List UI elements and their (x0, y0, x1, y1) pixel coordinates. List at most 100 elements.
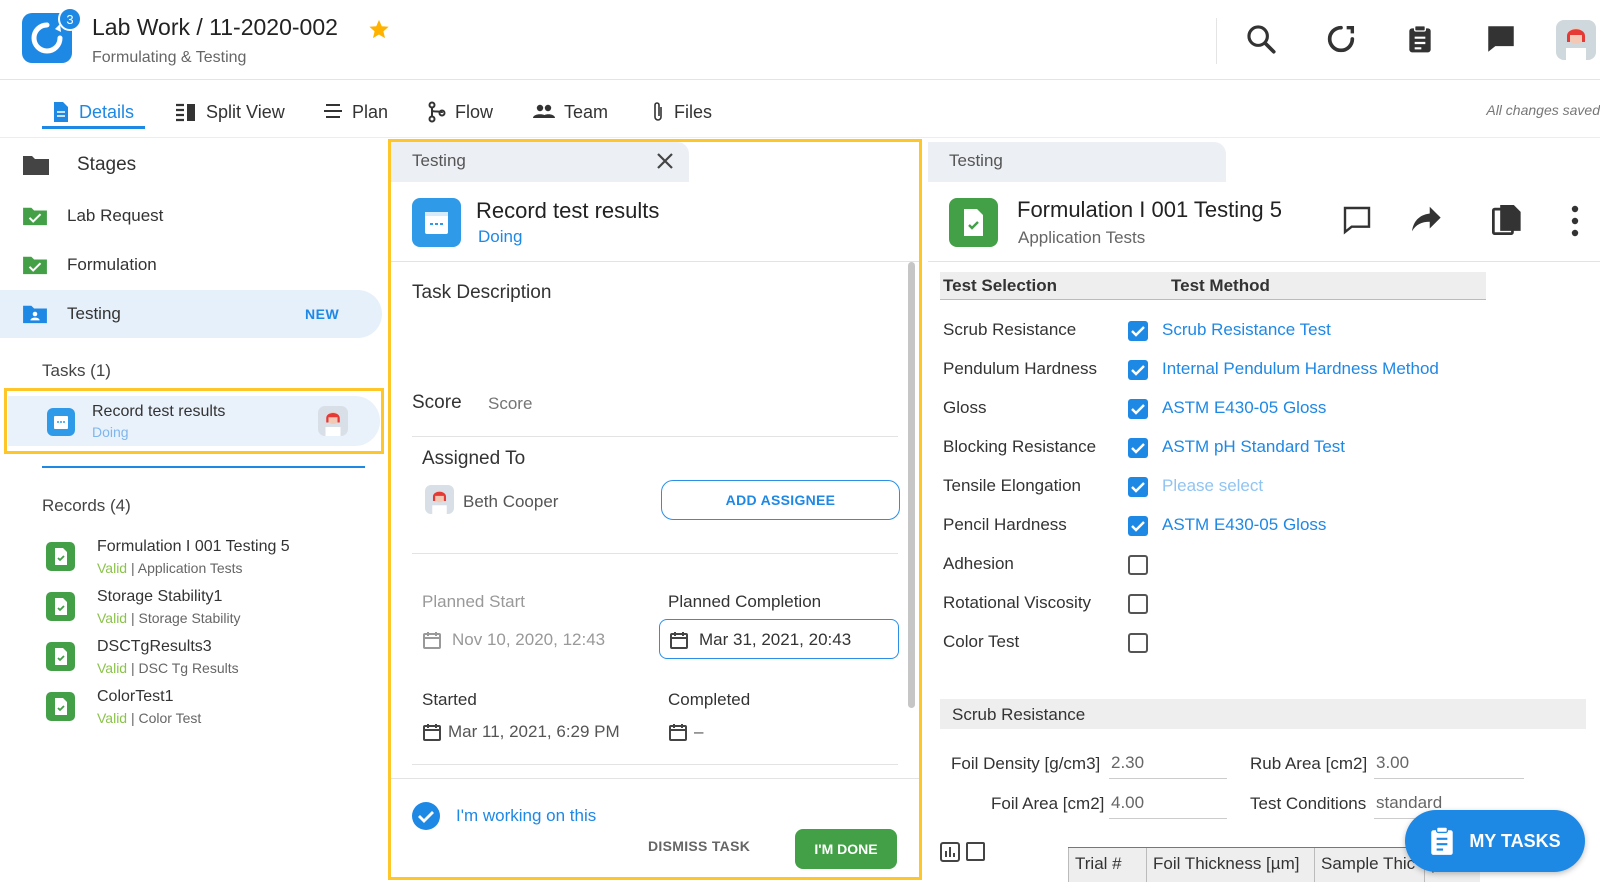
section-title: Scrub Resistance (952, 705, 1086, 724)
test-name: Blocking Resistance (943, 437, 1097, 456)
test-name: Tensile Elongation (943, 476, 1081, 495)
stage-formulation[interactable]: Formulation (0, 241, 380, 289)
foil-density-label: Foil Density [g/cm3] (951, 754, 1101, 773)
rub-area-input[interactable]: 3.00 (1374, 753, 1524, 779)
tasks-title: Tasks (1) (42, 361, 111, 380)
test-checkbox[interactable] (1128, 477, 1148, 497)
record-label: DSCTgResults3 (97, 638, 212, 655)
test-name: Scrub Resistance (943, 320, 1077, 339)
foil-area-input[interactable]: 4.00 (1109, 793, 1227, 819)
task-panel-highlight (388, 139, 922, 880)
tab-label: Split View (206, 101, 285, 122)
document-icon (54, 102, 68, 122)
tab-details[interactable]: Details (52, 98, 134, 126)
test-checkbox[interactable] (1128, 321, 1148, 341)
tab-label: Flow (455, 101, 494, 122)
test-name: Gloss (943, 398, 987, 417)
record-meta: Valid | DSC Tg Results (97, 660, 239, 676)
share-icon[interactable] (1410, 204, 1444, 234)
test-method-select[interactable]: ASTM E430-05 Gloss (1162, 515, 1326, 535)
record-label: ColorTest1 (97, 688, 174, 705)
stage-label: Lab Request (67, 206, 164, 225)
chart-icon[interactable] (940, 842, 960, 862)
split-view-icon (176, 103, 195, 122)
test-name: Pencil Hardness (943, 515, 1067, 534)
records-title: Records (4) (42, 496, 131, 515)
record-doc-icon (46, 542, 75, 571)
calendar-icon (47, 408, 75, 436)
test-name: Pendulum Hardness (943, 359, 1098, 378)
plan-icon (324, 104, 342, 118)
tab-team[interactable]: Team (533, 98, 608, 126)
column-trial: Trial # (1068, 848, 1146, 882)
test-name: Rotational Viscosity (943, 593, 1092, 612)
test-name: Color Test (943, 632, 1020, 651)
folder-user-icon (23, 305, 47, 324)
record-subtitle: Application Tests (1018, 228, 1146, 247)
folder-check-icon (23, 207, 47, 226)
tab-label: Files (674, 101, 713, 122)
folder-check-icon (23, 256, 47, 275)
record-title: Formulation I 001 Testing 5 (1017, 197, 1282, 222)
copy-icon[interactable] (1492, 203, 1522, 237)
star-icon[interactable] (368, 18, 390, 40)
record-meta: Valid | Application Tests (97, 560, 243, 576)
test-method-select[interactable]: ASTM E430-05 Gloss (1162, 398, 1326, 418)
task-assignee-avatar (318, 406, 348, 436)
record-doc-icon (46, 592, 75, 621)
search-icon[interactable] (1244, 22, 1278, 56)
my-tasks-button[interactable]: MY TASKS (1405, 810, 1585, 872)
task-label: Record test results (92, 403, 226, 420)
test-method-select[interactable]: Internal Pendulum Hardness Method (1162, 359, 1439, 379)
column-test-selection: Test Selection (943, 276, 1057, 295)
foil-density-input[interactable]: 2.30 (1109, 753, 1227, 779)
app-header: 3 Lab Work / 11-2020-002 Formulating & T… (0, 0, 1600, 80)
folder-icon (22, 153, 50, 177)
tab-files[interactable]: Files (651, 98, 712, 126)
clipboard-icon[interactable] (1404, 22, 1436, 56)
user-avatar[interactable] (1556, 20, 1596, 60)
record-label: Storage Stability1 (97, 588, 223, 605)
tab-split-view[interactable]: Split View (175, 98, 285, 126)
test-checkbox[interactable] (1128, 399, 1148, 419)
test-checkbox[interactable] (1128, 555, 1148, 575)
stage-lab-request[interactable]: Lab Request (0, 192, 380, 240)
tasks-divider (42, 466, 365, 468)
page-title: Lab Work / 11-2020-002 (92, 14, 338, 40)
record-meta: Valid | Color Test (97, 710, 202, 726)
test-checkbox[interactable] (1128, 438, 1148, 458)
record-panel-tab-label: Testing (949, 151, 1003, 170)
notification-badge[interactable]: 3 (58, 7, 82, 31)
table-view-checkbox[interactable] (966, 842, 985, 861)
task-status: Doing (92, 424, 129, 440)
stages-title: Stages (77, 154, 137, 175)
page-subtitle: Formulating & Testing (92, 49, 247, 66)
record-label: Formulation I 001 Testing 5 (97, 538, 290, 555)
tab-flow[interactable]: Flow (428, 98, 493, 126)
test-conditions-label: Test Conditions (1250, 794, 1367, 813)
record-meta: Valid | Storage Stability (97, 610, 241, 626)
column-foil-thickness: Foil Thickness [µm] (1146, 848, 1314, 882)
sync-icon[interactable] (1324, 22, 1358, 56)
test-method-select[interactable]: ASTM pH Standard Test (1162, 437, 1345, 457)
tab-plan[interactable]: Plan (323, 98, 388, 126)
tab-label: Plan (352, 101, 389, 122)
test-checkbox[interactable] (1128, 594, 1148, 614)
record-doc-icon (46, 692, 75, 721)
test-name: Adhesion (943, 554, 1014, 573)
test-method-select[interactable]: Scrub Resistance Test (1162, 320, 1331, 340)
test-method-select[interactable]: Please select (1162, 476, 1263, 496)
tab-label: Details (79, 101, 135, 122)
my-tasks-label: MY TASKS (1469, 830, 1561, 851)
test-checkbox[interactable] (1128, 516, 1148, 536)
test-checkbox[interactable] (1128, 360, 1148, 380)
comment-icon[interactable] (1340, 204, 1374, 236)
more-vertical-icon[interactable] (1570, 205, 1580, 237)
chat-icon[interactable] (1484, 22, 1518, 56)
stage-testing[interactable]: Testing NEW (0, 290, 382, 338)
column-test-method: Test Method (1171, 276, 1270, 295)
new-badge: NEW (305, 306, 340, 322)
test-checkbox[interactable] (1128, 633, 1148, 653)
stage-label: Testing (67, 304, 121, 323)
divider (928, 261, 1600, 262)
